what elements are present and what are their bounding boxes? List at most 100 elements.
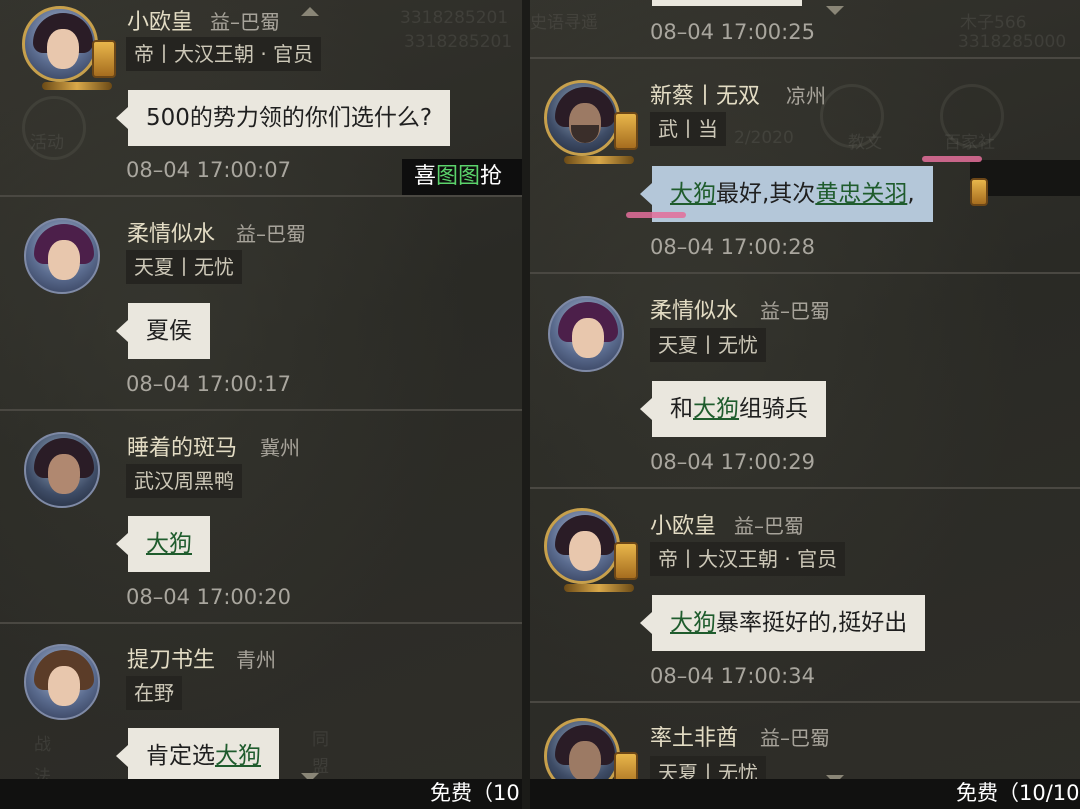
- sender-tag: 在野: [126, 676, 182, 710]
- panel-seam: [522, 0, 530, 809]
- avatar-face: [569, 531, 601, 571]
- message-time: 08–04 17:00:20: [126, 585, 291, 609]
- sender-region: 益–巴蜀: [760, 726, 830, 750]
- keyword-link[interactable]: 大狗: [693, 396, 739, 422]
- message-bubble[interactable]: 肯定选大狗: [116, 728, 279, 784]
- sender-name[interactable]: 柔情似水: [650, 293, 738, 325]
- scroll-up-icon[interactable]: [301, 7, 319, 16]
- sender-name[interactable]: 新蔡丨无双: [650, 78, 760, 110]
- message-text: 组骑兵: [739, 396, 808, 422]
- bg-label: 教文: [848, 133, 882, 153]
- message-text: 和: [670, 396, 693, 422]
- sender-region: 益–巴蜀: [210, 10, 280, 34]
- banner-player-name[interactable]: 图图: [436, 164, 480, 189]
- bg-player-name: 木子566: [960, 13, 1027, 33]
- keyword-link[interactable]: 大狗: [670, 610, 716, 636]
- message-bubble-partial[interactable]: [652, 0, 802, 6]
- sender-name[interactable]: 提刀书生: [127, 642, 215, 674]
- avatar-face: [48, 240, 80, 280]
- bg-player-id: 3318285000: [958, 32, 1067, 52]
- gold-frame-base: [564, 584, 634, 592]
- bg-char: 战: [34, 735, 51, 755]
- sender-region: 益–巴蜀: [236, 222, 306, 246]
- scroll-up-icon[interactable]: [826, 6, 844, 15]
- message-time: 08–04 17:00:17: [126, 372, 291, 396]
- avatar[interactable]: [24, 644, 100, 720]
- sender-name[interactable]: 率土非酋: [650, 720, 738, 752]
- keyword-link[interactable]: 黄忠关羽: [815, 181, 907, 207]
- avatar[interactable]: [24, 432, 100, 508]
- message-text: ,: [907, 181, 915, 207]
- message-bubble[interactable]: 大狗: [116, 516, 210, 572]
- keyword-link[interactable]: 大狗: [146, 531, 192, 557]
- banner-text: 抢: [480, 164, 503, 189]
- sender-name[interactable]: 小欧皇: [127, 4, 193, 36]
- sender-region: 益–巴蜀: [760, 299, 830, 323]
- message-time: 08–04 17:00:07: [126, 158, 291, 182]
- avatar[interactable]: [544, 508, 620, 584]
- lantern-badge-icon: [92, 40, 116, 78]
- free-count-label[interactable]: 免费（10: [430, 777, 520, 807]
- message-time: 08–04 17:00:34: [650, 664, 815, 688]
- lantern-badge-icon: [614, 112, 638, 150]
- bg-player-id: 3318285201: [404, 32, 513, 52]
- avatar[interactable]: [544, 80, 620, 156]
- bg-activity-label: 活动: [30, 133, 64, 153]
- avatar-face: [47, 29, 79, 69]
- avatar-face: [48, 454, 80, 494]
- message-text: 最好,其次: [716, 181, 816, 207]
- sender-tag: 天夏丨无忧: [126, 250, 242, 284]
- bg-char: 同: [312, 730, 329, 750]
- avatar[interactable]: [22, 6, 98, 82]
- avatar-face: [572, 318, 604, 358]
- gold-frame-base: [564, 156, 634, 164]
- avatar[interactable]: [24, 218, 100, 294]
- sender-tag: 帝丨大汉王朝 · 官员: [126, 37, 322, 71]
- bg-label: 2/2020: [734, 128, 794, 148]
- bg-player-name: 史语寻遥: [530, 13, 598, 33]
- sender-tag: 武汉周黑鸭: [126, 464, 242, 498]
- message-bubble[interactable]: 和大狗组骑兵: [640, 381, 826, 437]
- message-bubble[interactable]: 500的势力领的你们选什么?: [115, 90, 451, 146]
- message-bubble[interactable]: 大狗暴率挺好的,挺好出: [639, 595, 926, 651]
- message-text: 肯定选: [146, 743, 215, 769]
- message-bubble[interactable]: 大狗最好,其次黄忠关羽,: [640, 166, 933, 222]
- sender-region: 青州: [236, 648, 276, 672]
- keyword-link[interactable]: 大狗: [215, 743, 261, 769]
- lantern-badge-icon: [614, 542, 638, 580]
- divider: [530, 487, 1080, 489]
- message-time: 08–04 17:00:28: [650, 235, 815, 259]
- sender-tag: 武丨当: [650, 112, 726, 146]
- divider: [530, 272, 1080, 274]
- message-time: 08–04 17:00:25: [650, 20, 815, 44]
- divider: [0, 195, 522, 197]
- sender-name[interactable]: 睡着的斑马: [127, 430, 237, 462]
- message-bubble[interactable]: 夏侯: [116, 303, 210, 359]
- bg-label: 百家社: [944, 133, 995, 153]
- message-text: 暴率挺好的,挺好出: [716, 610, 908, 636]
- bg-player-id: 3318285201: [400, 8, 509, 28]
- divider: [530, 57, 1080, 59]
- sender-tag: 帝丨大汉王朝 · 官员: [650, 542, 846, 576]
- chat-panel-right[interactable]: 史语寻遥 木子566 3318285000 2/2020 教文 百家社 08–0…: [530, 0, 1080, 809]
- sender-region: 冀州: [260, 436, 300, 460]
- sender-region: 益–巴蜀: [734, 514, 804, 538]
- message-time: 08–04 17:00:29: [650, 450, 815, 474]
- chat-panel-left[interactable]: 3318285201 3318285201 活动 战 法 同 盟 小欧皇 益–巴…: [0, 0, 522, 809]
- keyword-link[interactable]: 大狗: [670, 181, 716, 207]
- ribbon-decoration: [922, 156, 982, 162]
- sender-tag: 天夏丨无忧: [650, 328, 766, 362]
- free-count-label[interactable]: 免费（10/10: [956, 777, 1080, 807]
- divider: [0, 409, 522, 411]
- banner-text: 喜: [414, 164, 437, 189]
- sender-name[interactable]: 柔情似水: [127, 216, 215, 248]
- divider: [0, 622, 522, 624]
- avatar[interactable]: [548, 296, 624, 372]
- avatar-face: [48, 666, 80, 706]
- gold-frame-base: [42, 82, 112, 90]
- broadcast-banner[interactable]: 喜图图抢: [402, 159, 522, 195]
- sender-region: 凉州: [786, 84, 826, 108]
- divider: [530, 701, 1080, 703]
- sender-name[interactable]: 小欧皇: [650, 508, 716, 540]
- lantern-decoration-icon: [970, 178, 988, 206]
